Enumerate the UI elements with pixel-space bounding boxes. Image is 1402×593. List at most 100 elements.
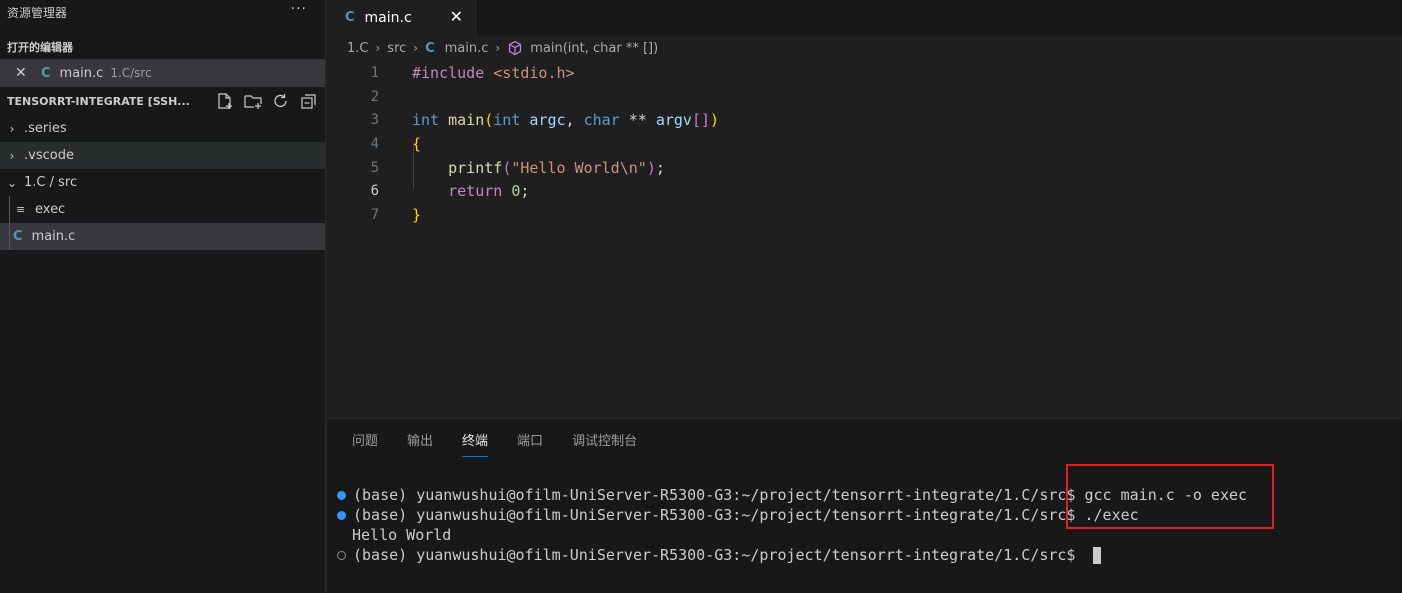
code-token: ; [520,182,530,201]
editor-area: C main.c ✕ 1.C › src › C main.c › main(i… [327,0,1402,418]
code-token: ) [710,111,720,130]
breadcrumb-subfolder[interactable]: src [387,41,406,56]
code-token: "Hello World\n" [511,158,647,177]
workspace-header[interactable]: TENSORRT-INTEGRATE [SSH... [0,87,325,115]
code-token: } [412,205,422,224]
code-token: ; [655,158,665,177]
tree-item-vscode[interactable]: › .vscode [0,142,325,169]
terminal-prompt: (base) yuanwushui@ofilm-UniServer-R5300-… [353,506,1085,524]
code-line: 7 } [327,203,1402,227]
workspace-title: TENSORRT-INTEGRATE [SSH... [7,94,190,108]
close-icon[interactable]: ✕ [450,7,463,26]
command-success-icon[interactable] [337,510,346,520]
chevron-right-icon: › [9,148,15,163]
tree-item-main-c[interactable]: C main.c [0,223,325,250]
indent-guide [9,196,10,250]
code-token: , [565,111,584,130]
c-file-icon: C [13,229,23,244]
code-token: [] [691,111,711,130]
c-file-icon: C [425,40,435,56]
code-line: 2 [327,85,1402,109]
file-tree: › .series › .vscode ⌄ 1.C / src ≡ exec C… [0,115,325,250]
line-number: 2 [370,88,379,105]
code-token: int [412,111,440,130]
tree-item-label: exec [35,202,66,217]
tab-terminal[interactable]: 终端 [462,419,489,459]
chevron-right-icon: › [495,41,501,55]
code-token: argc [529,111,566,130]
chevron-right-icon: › [375,41,381,55]
terminal-prompt: (base) yuanwushui@ofilm-UniServer-R5300-… [353,486,1085,504]
explorer-title-bar: 资源管理器 ··· [0,0,325,24]
chevron-right-icon: › [9,121,15,136]
open-editor-name: main.c [59,65,104,81]
breadcrumb-folder[interactable]: 1.C [347,41,368,56]
c-file-icon: C [345,10,355,25]
c-file-icon: C [41,65,51,81]
highlight-box [1066,464,1274,529]
new-folder-icon[interactable] [243,92,263,110]
line-number: 7 [370,206,379,223]
code-editor[interactable]: 1 #include <stdio.h> 2 3 int main(int ar… [327,61,1402,227]
code-token: ) [646,158,656,177]
terminal-line: (base) yuanwushui@ofilm-UniServer-R5300-… [337,545,1247,565]
line-number: 1 [370,64,379,81]
new-file-icon[interactable] [215,92,235,110]
tab-debug-console[interactable]: 调试控制台 [572,419,637,459]
collapse-all-icon[interactable] [299,92,319,110]
terminal-cursor [1092,546,1101,564]
breadcrumb-file[interactable]: main.c [445,41,489,56]
more-actions-icon[interactable]: ··· [291,1,307,17]
command-success-icon[interactable] [337,490,346,500]
indent-guide [413,142,414,189]
tab-ports[interactable]: 端口 [517,419,543,459]
explorer-title: 资源管理器 [7,5,68,20]
code-token: <stdio.h> [493,63,575,82]
tree-item-label: 1.C / src [24,175,78,190]
code-line-current: 6 return 0; [327,179,1402,203]
terminal-prompt: (base) yuanwushui@ofilm-UniServer-R5300-… [353,546,1085,564]
open-editors-header[interactable]: 打开的编辑器 [0,36,325,58]
chevron-right-icon: › [413,41,419,55]
tree-item-1c-src[interactable]: ⌄ 1.C / src [0,169,325,196]
code-line: 4 { [327,132,1402,156]
panel-tabs: 问题 输出 终端 端口 调试控制台 [327,419,1402,459]
code-token: int [493,111,521,130]
code-token: printf [448,158,503,177]
line-number: 5 [370,159,379,176]
tab-output[interactable]: 输出 [407,419,433,459]
tab-main-c[interactable]: C main.c ✕ [327,0,476,35]
code-token: return [448,182,503,201]
code-token: char [583,111,620,130]
code-token: argv [655,111,692,130]
tree-item-series[interactable]: › .series [0,115,325,142]
binary-file-icon: ≡ [16,203,26,216]
code-token: main [448,111,485,130]
line-number: 3 [370,112,379,129]
tree-item-label: .series [24,121,67,136]
tab-problems[interactable]: 问题 [352,419,378,459]
code-token: ** [619,111,656,130]
tab-label: main.c [364,9,412,26]
code-token: ( [484,111,494,130]
refresh-icon[interactable] [271,92,291,110]
command-pending-icon [337,550,346,560]
bottom-panel: 问题 输出 终端 端口 调试控制台 (base) yuanwushui@ofil… [327,418,1402,593]
explorer-sidebar: 资源管理器 ··· 打开的编辑器 ✕ C main.c 1.C/src TENS… [0,0,326,593]
code-token: ( [502,158,512,177]
symbol-method-icon [509,40,522,56]
tree-item-exec[interactable]: ≡ exec [0,196,325,223]
code-line: 3 int main(int argc, char ** argv[]) [327,108,1402,132]
open-editor-item-main-c[interactable]: ✕ C main.c 1.C/src [0,59,325,87]
open-editor-path: 1.C/src [110,66,152,80]
editor-tab-bar: C main.c ✕ [327,0,1402,35]
code-token: #include [412,63,494,82]
chevron-down-icon: ⌄ [6,175,18,190]
workspace-actions [215,92,319,110]
line-number: 6 [370,183,379,200]
breadcrumb-symbol[interactable]: main(int, char ** []) [530,41,658,56]
terminal-output: Hello World [352,526,452,544]
code-line: 5 printf("Hello World\n"); [327,156,1402,180]
tree-item-label: main.c [31,229,76,244]
close-icon[interactable]: ✕ [15,65,29,81]
